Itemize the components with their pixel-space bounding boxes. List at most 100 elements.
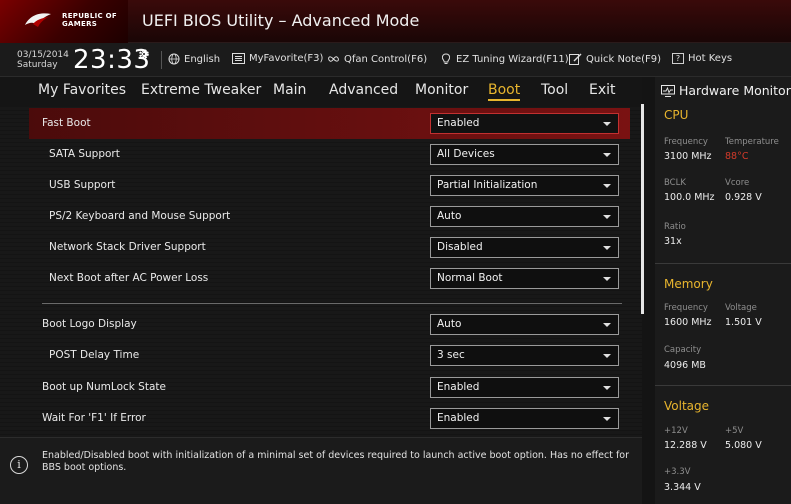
select-value: Enabled — [437, 381, 480, 393]
memory-voltage-label: Voltage — [725, 303, 757, 313]
chevron-down-icon — [603, 277, 611, 281]
tab-my-favorites[interactable]: My Favorites — [38, 82, 126, 98]
brand-line-2: GAMERS — [62, 20, 98, 28]
setting-label: Boot up NumLock State — [42, 381, 166, 393]
myfavorite-label: MyFavorite(F3) — [249, 53, 324, 64]
cpu-heading: CPU — [664, 108, 689, 122]
setting-row-network-stack[interactable]: Network Stack Driver Support Disabled — [29, 232, 630, 263]
chevron-down-icon — [603, 354, 611, 358]
sata-support-select[interactable]: All Devices — [430, 144, 619, 165]
hot-keys-label: Hot Keys — [688, 53, 733, 64]
hot-keys-button[interactable]: ? Hot Keys — [672, 53, 732, 64]
network-stack-select[interactable]: Disabled — [430, 237, 619, 258]
v5-label: +5V — [725, 426, 744, 436]
brand-line-1: REPUBLIC OF — [62, 12, 117, 20]
setting-row-wait-f1[interactable]: Wait For 'F1' If Error Enabled — [29, 403, 630, 434]
cpu-temperature-label: Temperature — [725, 137, 779, 147]
help-bar: i Enabled/Disabled boot with initializat… — [0, 437, 642, 504]
vcore-value: 0.928 V — [725, 192, 762, 203]
chevron-down-icon — [603, 215, 611, 219]
chevron-down-icon — [603, 122, 611, 126]
brand-text: REPUBLIC OF GAMERS — [62, 12, 117, 28]
vcore-label: Vcore — [725, 178, 750, 188]
chevron-down-icon — [603, 184, 611, 188]
setting-label: Next Boot after AC Power Loss — [49, 272, 209, 284]
select-value: Partial Initialization — [437, 179, 538, 191]
tab-tool[interactable]: Tool — [541, 82, 568, 98]
quick-note-button[interactable]: Quick Note(F9) — [569, 53, 661, 65]
post-delay-select[interactable]: 3 sec — [430, 345, 619, 366]
help-key-icon: ? — [672, 53, 684, 64]
section-divider — [655, 385, 791, 386]
chevron-down-icon — [603, 246, 611, 250]
fan-icon — [328, 56, 339, 62]
v12-value: 12.288 V — [664, 440, 707, 451]
memory-frequency-value: 1600 MHz — [664, 317, 712, 328]
ez-tuning-wizard-button[interactable]: EZ Tuning Wizard(F11) — [440, 53, 569, 65]
setting-label: USB Support — [49, 179, 116, 191]
setting-row-post-delay[interactable]: POST Delay Time 3 sec — [29, 340, 630, 371]
bclk-value: 100.0 MHz — [664, 192, 715, 203]
cpu-frequency-value: 3100 MHz — [664, 151, 712, 162]
myfavorite-button[interactable]: MyFavorite(F3) — [232, 53, 323, 64]
day-text: Saturday — [17, 60, 58, 70]
date-display: 03/15/2014 Saturday — [17, 50, 69, 70]
fast-boot-select[interactable]: Enabled — [430, 113, 619, 134]
setting-label: POST Delay Time — [49, 349, 140, 361]
memory-capacity-label: Capacity — [664, 345, 702, 355]
globe-icon — [168, 53, 180, 65]
numlock-select[interactable]: Enabled — [430, 377, 619, 398]
select-value: Disabled — [437, 241, 483, 253]
setting-label: SATA Support — [49, 148, 120, 160]
memory-capacity-value: 4096 MB — [664, 360, 706, 371]
ratio-value: 31x — [664, 236, 682, 247]
setting-row-next-boot[interactable]: Next Boot after AC Power Loss Normal Boo… — [29, 263, 630, 294]
cpu-frequency-label: Frequency — [664, 137, 708, 147]
tab-boot[interactable]: Boot — [488, 82, 521, 101]
tab-monitor[interactable]: Monitor — [415, 82, 468, 98]
ps2-support-select[interactable]: Auto — [430, 206, 619, 227]
setting-row-sata-support[interactable]: SATA Support All Devices — [29, 139, 630, 170]
settings-scrollbar[interactable] — [641, 104, 644, 314]
boot-logo-select[interactable]: Auto — [430, 314, 619, 335]
tab-exit[interactable]: Exit — [589, 82, 616, 98]
select-value: 3 sec — [437, 349, 465, 361]
setting-row-usb-support[interactable]: USB Support Partial Initialization — [29, 170, 630, 201]
tab-main[interactable]: Main — [273, 82, 306, 98]
window-title: UEFI BIOS Utility – Advanced Mode — [142, 11, 420, 30]
chevron-down-icon — [603, 153, 611, 157]
date-text: 03/15/2014 — [17, 50, 69, 60]
settings-panel: Fast Boot Enabled SATA Support All Devic… — [0, 107, 642, 437]
qfan-control-button[interactable]: Qfan Control(F6) — [327, 53, 427, 65]
ez-tuning-label: EZ Tuning Wizard(F11) — [456, 53, 569, 65]
setting-row-boot-logo[interactable]: Boot Logo Display Auto — [29, 309, 630, 340]
hardware-monitor-label: Hardware Monitor — [679, 83, 791, 98]
ratio-label: Ratio — [664, 222, 686, 232]
tab-bar: My Favorites Extreme Tweaker Main Advanc… — [0, 77, 642, 107]
setting-row-ps2-support[interactable]: PS/2 Keyboard and Mouse Support Auto — [29, 201, 630, 232]
toolbar: 03/15/2014 Saturday 23:33 English MyFavo… — [0, 43, 791, 77]
tab-advanced[interactable]: Advanced — [329, 82, 398, 98]
setting-row-fast-boot[interactable]: Fast Boot Enabled — [29, 108, 630, 139]
select-value: Auto — [437, 210, 462, 222]
memory-frequency-label: Frequency — [664, 303, 708, 313]
lightbulb-icon — [441, 53, 451, 64]
section-divider — [42, 303, 622, 304]
wait-f1-select[interactable]: Enabled — [430, 408, 619, 429]
voltage-heading: Voltage — [664, 399, 710, 413]
list-icon — [232, 53, 245, 64]
language-label: English — [184, 53, 221, 65]
chevron-down-icon — [603, 386, 611, 390]
tab-extreme-tweaker[interactable]: Extreme Tweaker — [141, 82, 261, 98]
language-button[interactable]: English — [168, 53, 220, 65]
rog-logo: REPUBLIC OF GAMERS — [0, 0, 128, 43]
help-text: Enabled/Disabled boot with initializatio… — [42, 450, 630, 473]
gear-icon[interactable] — [138, 48, 150, 60]
usb-support-select[interactable]: Partial Initialization — [430, 175, 619, 196]
section-divider — [655, 263, 791, 264]
setting-row-numlock[interactable]: Boot up NumLock State Enabled — [29, 372, 630, 403]
select-value: All Devices — [437, 148, 495, 160]
next-boot-select[interactable]: Normal Boot — [430, 268, 619, 289]
chevron-down-icon — [603, 323, 611, 327]
info-icon: i — [10, 456, 28, 474]
